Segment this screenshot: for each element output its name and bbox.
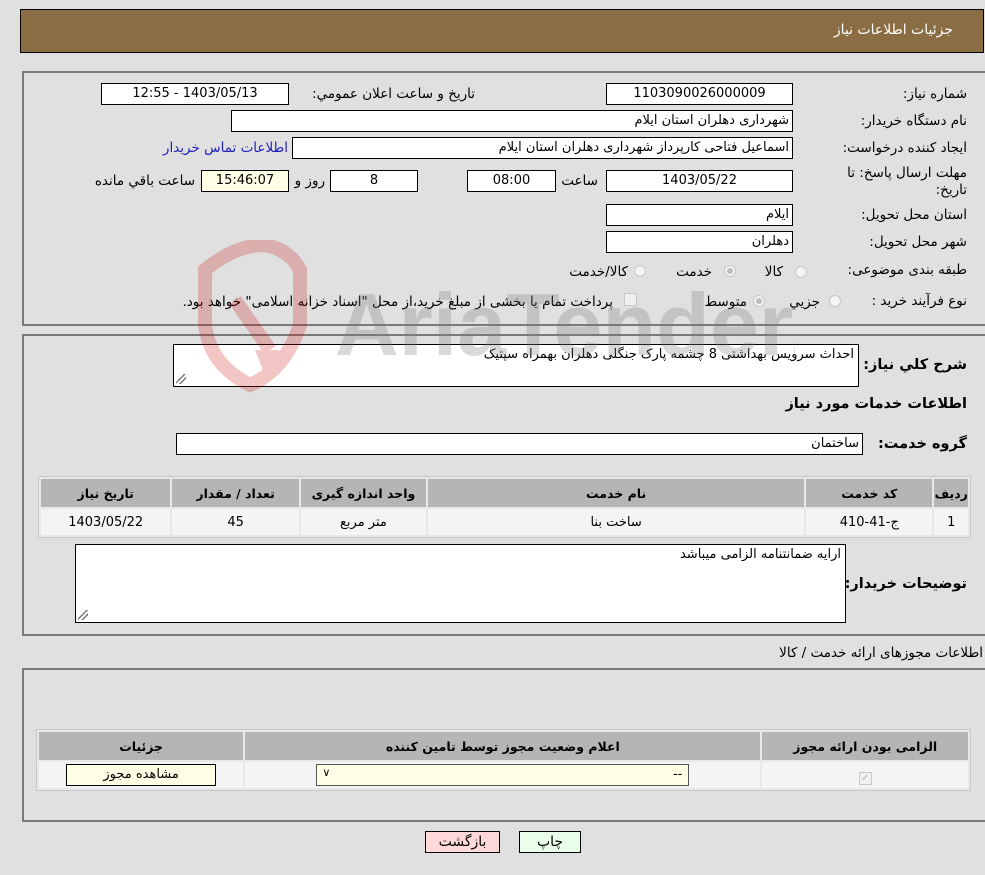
category-radio-goods[interactable] (795, 266, 807, 278)
table-row: ✓ -- ∨ مشاهده مجوز (39, 762, 968, 788)
creator-field: اسماعیل فتاحی کارپرداز شهرداری دهلران اس… (292, 137, 793, 159)
category-radio-goods-service[interactable] (634, 265, 646, 277)
services-table-header: ردیف کد خدمت نام خدمت واحد اندازه گیری ت… (41, 479, 968, 507)
city-field: دهلران (606, 231, 793, 253)
creator-label: ایجاد کننده درخواست: (842, 140, 967, 156)
cell-permit-status: -- ∨ (245, 762, 761, 788)
description-label: شرح کلي نیاز: (863, 357, 967, 373)
print-button[interactable]: چاپ (519, 831, 581, 853)
cell-quantity: 45 (172, 509, 299, 535)
cell-need-date: 1403/05/22 (41, 509, 171, 535)
cell-unit: متر مربع (300, 509, 427, 535)
need-number-label: شماره نیاز: (902, 86, 967, 102)
cell-permit-required: ✓ (762, 762, 968, 788)
description-text: احداث سرویس بهداشتی 8 چشمه پارک جنگلی ده… (483, 347, 854, 362)
remaining-time-label: ساعت باقي مانده (94, 173, 195, 189)
buyer-notes-label: توضیحات خریدار: (844, 576, 967, 592)
col-service-code: کد خدمت (806, 479, 933, 507)
col-permit-required: الزامی بودن ارائه مجوز (762, 732, 968, 760)
days-remaining-field: 8 (330, 170, 418, 192)
deadline-time-label: ساعت (561, 173, 598, 189)
permit-status-select[interactable]: -- ∨ (316, 764, 690, 786)
city-label: شهر محل تحویل: (869, 234, 967, 250)
permits-table: الزامی بودن ارائه مجوز اعلام وضعیت مجوز … (36, 729, 971, 791)
view-permit-button[interactable]: مشاهده مجوز (66, 764, 217, 786)
permits-table-header: الزامی بودن ارائه مجوز اعلام وضعیت مجوز … (39, 732, 968, 760)
deadline-label-line2: تاریخ: (935, 182, 967, 198)
announce-datetime-field: 1403/05/13 - 12:55 (101, 83, 289, 105)
process-radio-minor[interactable] (829, 295, 841, 307)
col-row-number: ردیف (934, 479, 968, 507)
need-number-field: 1103090026000009 (606, 83, 793, 105)
col-permit-status: اعلام وضعیت مجوز توسط تامین کننده (245, 732, 761, 760)
cell-service-code: ج-41-410 (806, 509, 933, 535)
col-permit-details: جزئیات (39, 732, 244, 760)
description-textarea[interactable]: احداث سرویس بهداشتی 8 چشمه پارک جنگلی ده… (173, 344, 859, 387)
category-label: طبقه بندی موضوعی: (847, 262, 967, 278)
permits-heading: اطلاعات مجوزهای ارائه خدمت / کالا (779, 645, 983, 661)
page-title: جزئیات اطلاعات نیاز (833, 22, 953, 38)
col-service-name: نام خدمت (428, 479, 805, 507)
category-option-goods-service: کالا/خدمت (569, 264, 628, 280)
deadline-time-field: 08:00 (467, 170, 556, 192)
treasury-checkbox-label: پرداخت تمام یا بخشی از مبلغ خرید،از محل … (182, 294, 613, 310)
resize-grip-icon[interactable] (176, 374, 186, 384)
cell-service-name: ساخت بنا (428, 509, 805, 535)
page-header: جزئیات اطلاعات نیاز (20, 9, 984, 53)
province-label: استان محل تحویل: (861, 207, 967, 223)
category-radio-service[interactable] (724, 265, 736, 277)
province-field: ایلام (606, 204, 793, 226)
cell-permit-details: مشاهده مجوز (39, 762, 244, 788)
announce-label: تاریخ و ساعت اعلان عمومي: (312, 86, 475, 102)
back-button[interactable]: بازگشت (425, 831, 500, 853)
col-quantity: تعداد / مقدار (172, 479, 299, 507)
cell-row-number: 1 (934, 509, 968, 535)
col-need-date: تاریخ نیاز (41, 479, 171, 507)
treasury-checkbox[interactable] (624, 293, 637, 306)
deadline-date-field: 1403/05/22 (606, 170, 793, 192)
services-table: ردیف کد خدمت نام خدمت واحد اندازه گیری ت… (38, 476, 971, 538)
process-option-medium: متوسط (704, 294, 747, 310)
buyer-org-field: شهرداری دهلران استان ایلام (231, 110, 793, 132)
col-unit: واحد اندازه گیری (300, 479, 427, 507)
process-radio-medium[interactable] (753, 295, 765, 307)
permit-status-value: -- (672, 767, 683, 782)
buyer-notes-textarea[interactable]: ارایه ضمانتنامه الزامی میباشد (75, 544, 846, 623)
days-label: روز و (294, 173, 325, 189)
remaining-time-field: 15:46:07 (201, 170, 289, 192)
process-label: نوع فرآیند خرید : (871, 293, 967, 309)
chevron-down-icon: ∨ (322, 766, 331, 779)
category-option-service: خدمت (676, 264, 712, 280)
resize-grip-icon[interactable] (78, 610, 88, 620)
buyer-org-label: نام دستگاه خریدار: (860, 113, 967, 129)
permit-required-checkbox: ✓ (858, 771, 872, 785)
category-option-goods: کالا (764, 264, 783, 280)
services-heading: اطلاعات خدمات مورد نیاز (785, 396, 967, 412)
service-group-field: ساختمان (176, 433, 863, 455)
process-option-minor: جزيي (789, 294, 820, 310)
table-row: 1 ج-41-410 ساخت بنا متر مربع 45 1403/05/… (41, 509, 968, 535)
deadline-label-line1: مهلت ارسال پاسخ: تا (847, 165, 967, 181)
service-group-label: گروه خدمت: (877, 436, 967, 452)
buyer-notes-text: ارایه ضمانتنامه الزامی میباشد (679, 547, 841, 562)
buyer-contact-link[interactable]: اطلاعات تماس خریدار (163, 140, 288, 156)
